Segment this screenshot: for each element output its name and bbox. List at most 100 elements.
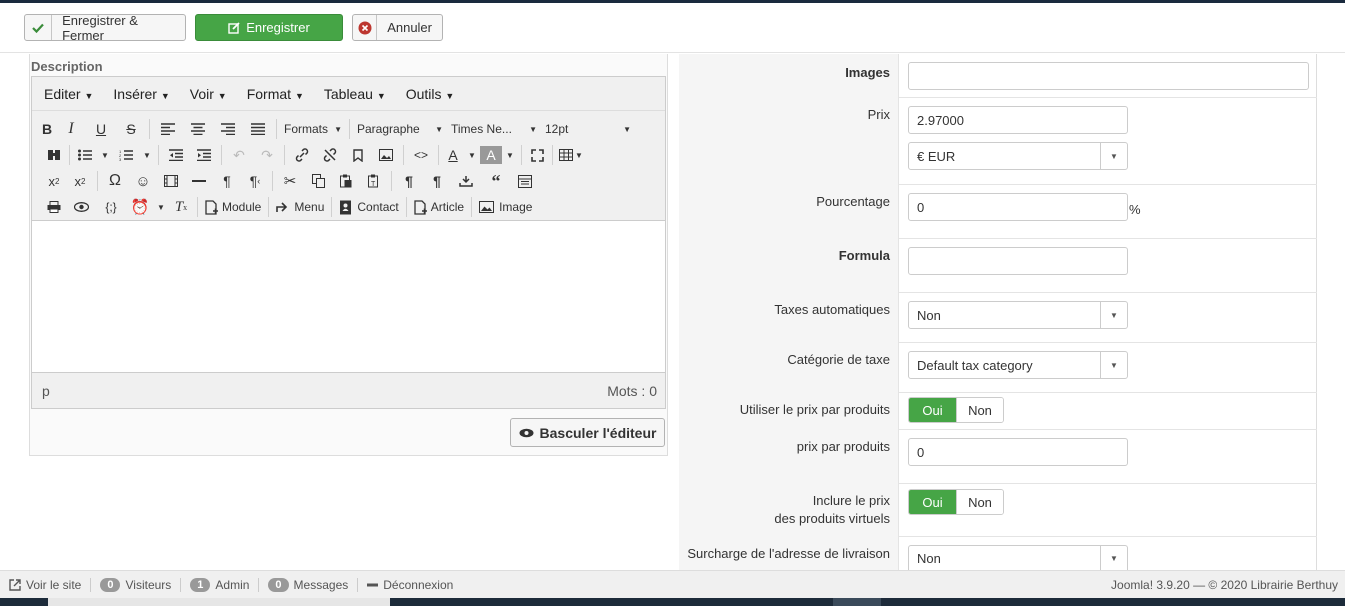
paste-text-icon[interactable]: T bbox=[360, 170, 388, 192]
rtl-icon[interactable]: ¶ ‹ bbox=[241, 170, 269, 192]
shipping-override-label: Surcharge de l'adresse de livraison bbox=[687, 546, 890, 561]
ltr-icon[interactable]: ¶ bbox=[213, 170, 241, 192]
code-icon[interactable]: <> bbox=[407, 144, 435, 166]
percentage-input[interactable]: 0 bbox=[908, 193, 1128, 221]
include-virtual-no-button[interactable]: Non bbox=[956, 490, 1003, 514]
caret-down-icon[interactable]: ▼ bbox=[139, 144, 155, 166]
paste-icon[interactable] bbox=[332, 170, 360, 192]
menu-table[interactable]: Tableau ▼ bbox=[314, 86, 396, 102]
block-format-dropdown[interactable]: Paragraphe ▼ bbox=[353, 118, 447, 140]
insert-article-button[interactable]: Article bbox=[410, 196, 468, 218]
align-center-icon[interactable] bbox=[183, 118, 213, 140]
menu-format[interactable]: Format ▼ bbox=[237, 86, 314, 102]
insert-module-button[interactable]: Module bbox=[201, 196, 265, 218]
table-icon[interactable]: ▼ bbox=[556, 144, 586, 166]
font-family-dropdown[interactable]: Times Ne... ▼ bbox=[447, 118, 541, 140]
underline-icon[interactable]: U bbox=[86, 118, 116, 140]
images-input[interactable] bbox=[908, 62, 1309, 90]
redo-icon[interactable]: ↷ bbox=[253, 144, 281, 166]
use-price-yes-button[interactable]: Oui bbox=[909, 398, 956, 422]
cut-icon[interactable]: ✂ bbox=[276, 170, 304, 192]
price-input[interactable]: 2.97000 bbox=[908, 106, 1128, 134]
caret-down-icon[interactable]: ▼ bbox=[464, 144, 480, 166]
numbered-list-icon[interactable]: 123 bbox=[113, 144, 139, 166]
menu-insert[interactable]: Insérer ▼ bbox=[103, 86, 179, 102]
taskbar-search-box[interactable] bbox=[48, 598, 390, 606]
editor-content-area[interactable] bbox=[32, 221, 665, 371]
view-site-link[interactable]: Voir le site bbox=[0, 577, 92, 592]
save-button[interactable]: Enregistrer bbox=[195, 14, 343, 41]
fullscreen-icon[interactable] bbox=[525, 144, 549, 166]
formula-input[interactable] bbox=[908, 247, 1128, 275]
caret-down-icon[interactable]: ▼ bbox=[154, 196, 168, 218]
separator bbox=[405, 197, 407, 217]
price-per-products-input[interactable]: 0 bbox=[908, 438, 1128, 466]
outdent-icon[interactable] bbox=[162, 144, 190, 166]
bold-icon[interactable]: B bbox=[38, 118, 56, 140]
background-color-icon[interactable]: A bbox=[480, 146, 502, 164]
insert-menu-button[interactable]: Menu bbox=[272, 196, 328, 218]
special-character-icon[interactable]: Ω bbox=[101, 170, 129, 192]
caret-down-icon[interactable]: ▼ bbox=[502, 144, 518, 166]
template-icon[interactable] bbox=[511, 170, 539, 192]
blockquote-icon[interactable]: “ bbox=[481, 170, 511, 192]
images-label: Images bbox=[845, 65, 890, 80]
insert-image-button[interactable]: Image bbox=[475, 196, 536, 218]
taskbar-active-item[interactable] bbox=[833, 598, 881, 606]
admin-link[interactable]: 1 Admin bbox=[181, 577, 260, 592]
cancel-button[interactable]: Annuler bbox=[352, 14, 443, 41]
element-path[interactable]: p bbox=[42, 383, 50, 399]
use-price-no-button[interactable]: Non bbox=[956, 398, 1003, 422]
include-virtual-yes-button[interactable]: Oui bbox=[909, 490, 956, 514]
find-replace-icon[interactable] bbox=[42, 144, 66, 166]
tax-category-select[interactable]: Default tax category ▼ bbox=[908, 351, 1128, 379]
align-justify-icon[interactable] bbox=[243, 118, 273, 140]
horizontal-rule-icon[interactable] bbox=[185, 170, 213, 192]
preview-icon[interactable] bbox=[66, 196, 96, 218]
copyright-text: Joomla! 3.9.20 — © 2020 Librairie Berthu… bbox=[1111, 578, 1338, 592]
menu-edit[interactable]: Editer ▼ bbox=[34, 86, 103, 102]
unlink-icon[interactable] bbox=[316, 144, 344, 166]
font-size-dropdown[interactable]: 12pt ▼ bbox=[541, 118, 635, 140]
insert-template-icon[interactable] bbox=[451, 170, 481, 192]
toggle-editor-button[interactable]: Basculer l'éditeur bbox=[510, 418, 665, 447]
formats-dropdown[interactable]: Formats ▼ bbox=[280, 118, 346, 140]
caret-down-icon[interactable]: ▼ bbox=[97, 144, 113, 166]
media-icon[interactable] bbox=[157, 170, 185, 192]
logout-link[interactable]: Déconnexion bbox=[358, 578, 462, 592]
auto-tax-label-cell: Taxes automatiques bbox=[679, 293, 899, 343]
currency-select[interactable]: € EUR ▼ bbox=[908, 142, 1128, 170]
subscript-icon[interactable]: x2 bbox=[42, 170, 66, 192]
messages-link[interactable]: 0 Messages bbox=[259, 577, 359, 592]
emoticons-icon[interactable]: ☺ bbox=[129, 170, 157, 192]
bullet-list-icon[interactable] bbox=[73, 144, 97, 166]
caret-down-icon: ▼ bbox=[217, 90, 227, 101]
undo-icon[interactable]: ↶ bbox=[225, 144, 253, 166]
copy-icon[interactable] bbox=[304, 170, 332, 192]
superscript-icon[interactable]: x2 bbox=[66, 170, 94, 192]
shipping-override-select[interactable]: Non ▼ bbox=[908, 545, 1128, 570]
separator bbox=[284, 145, 285, 165]
code-sample-icon[interactable]: {;} bbox=[96, 196, 126, 218]
save-close-label: Enregistrer & Fermer bbox=[62, 14, 138, 41]
italic-icon[interactable]: I bbox=[56, 118, 86, 140]
visitors-link[interactable]: 0 Visiteurs bbox=[91, 577, 182, 592]
insert-datetime-icon[interactable]: ⏰ bbox=[126, 196, 154, 218]
strikethrough-icon[interactable]: S bbox=[116, 118, 146, 140]
link-icon[interactable] bbox=[288, 144, 316, 166]
clear-formatting-icon[interactable]: Tx bbox=[168, 196, 194, 218]
align-right-icon[interactable] bbox=[213, 118, 243, 140]
save-close-button[interactable]: Enregistrer & Fermer bbox=[24, 14, 186, 41]
align-left-icon[interactable] bbox=[153, 118, 183, 140]
menu-view[interactable]: Voir ▼ bbox=[180, 86, 237, 102]
auto-tax-select[interactable]: Non ▼ bbox=[908, 301, 1128, 329]
visual-chars-icon[interactable]: ¶ bbox=[423, 170, 451, 192]
bookmark-icon[interactable] bbox=[344, 144, 372, 166]
insert-contact-button[interactable]: Contact bbox=[335, 196, 402, 218]
show-blocks-icon[interactable]: ¶ bbox=[395, 170, 423, 192]
menu-tools[interactable]: Outils ▼ bbox=[396, 86, 465, 102]
text-color-icon[interactable]: A bbox=[442, 144, 464, 166]
indent-icon[interactable] bbox=[190, 144, 218, 166]
print-icon[interactable] bbox=[42, 196, 66, 218]
image-icon[interactable] bbox=[372, 144, 400, 166]
